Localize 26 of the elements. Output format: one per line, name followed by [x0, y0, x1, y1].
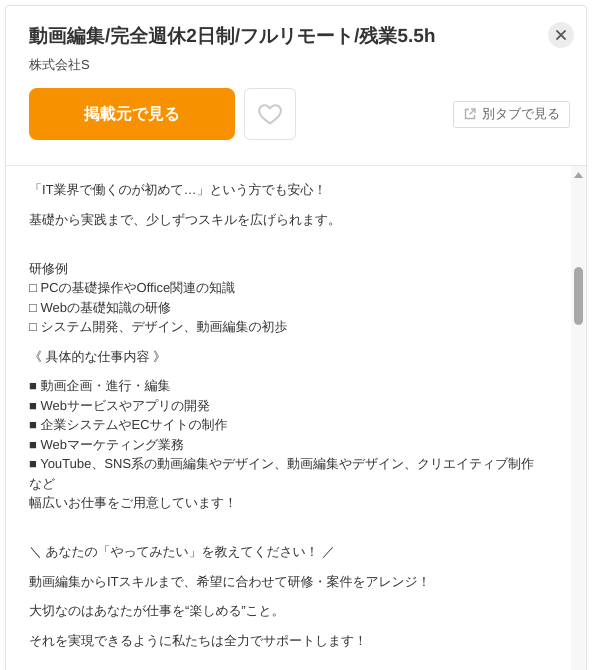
scrollbar-thumb[interactable] — [574, 267, 583, 325]
close-icon — [556, 30, 566, 40]
description-line: ■ Webサービスやアプリの開発 — [29, 396, 210, 414]
description-line: □ PCの基礎操作やOffice関連の知識 — [29, 279, 236, 297]
close-button[interactable] — [548, 22, 574, 48]
description-line: 「IT業界で働くのが初めて…」という方でも安心！ — [29, 181, 327, 199]
description-line: ＼ あなたの「やってみたい」を教えてください！ ／ — [29, 543, 336, 561]
description-line: □ システム開発、デザイン、動画編集の初歩 — [29, 318, 288, 336]
description-line: □ Webの基礎知識の研修 — [29, 298, 171, 316]
open-new-tab-button[interactable]: 別タブで見る — [453, 100, 570, 128]
job-title: 動画編集/完全週休2日制/フルリモート/残業5.5h — [29, 24, 436, 49]
description-line: ■ Webマーケティング業務 — [29, 436, 184, 454]
description-line: 研修例 — [29, 260, 68, 278]
description-line: 《 具体的な仕事内容 》 — [29, 348, 166, 366]
scroll-up-arrow-icon[interactable] — [574, 172, 583, 178]
description-line: 基礎から実践まで、少しずつスキルを広げられます。 — [29, 210, 341, 229]
description-line: ■ YouTube、SNS系の動画編集やデザイン、動画編集やデザイン、クリエイティブ制作など — [29, 455, 536, 492]
description-line: 動画編集からITスキルまで、希望に合わせて研修・案件をアレンジ！ — [29, 572, 431, 590]
description-line: ■ 動画企画・進行・編集 — [29, 377, 170, 395]
description-line: それを実現できるように私たちは全力でサポートします！ — [29, 632, 367, 650]
description-line: ■ 企業システムやECサイトの制作 — [29, 416, 228, 434]
external-link-icon — [464, 108, 476, 120]
description-line: 幅広いお仕事をご用意しています！ — [29, 494, 237, 512]
favorite-button[interactable] — [244, 88, 296, 140]
description-line: 大切なのはあなたが仕事を“楽しめる”こと。 — [29, 602, 285, 620]
company-name: 株式会社S — [29, 56, 91, 74]
